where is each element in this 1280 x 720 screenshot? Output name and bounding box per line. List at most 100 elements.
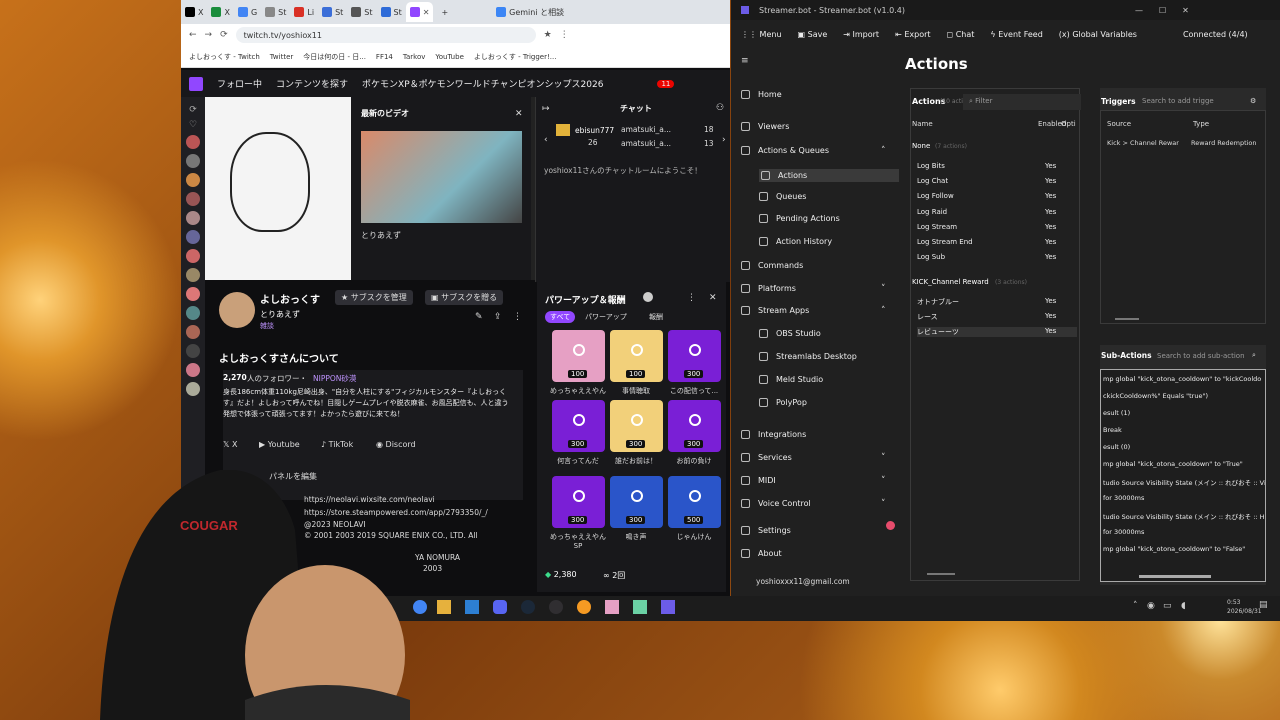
close-icon[interactable]: ✕ (515, 109, 523, 119)
bookmark[interactable]: YouTube (435, 53, 463, 61)
channel-avatar[interactable] (186, 325, 200, 339)
bookmark[interactable]: よしおっくす - Trigger!... (474, 52, 557, 62)
subaction-line[interactable]: tudio Source Visibility State (メイン :: れび… (1103, 477, 1265, 487)
notification-badge[interactable]: 11 (657, 79, 675, 88)
browser-tab[interactable]: Gemini と相談 (492, 2, 568, 22)
browser-tab-active[interactable]: ✕ (405, 2, 434, 22)
reload-icon[interactable]: ⟳ (220, 30, 228, 40)
sidebar-item-meld-studio[interactable]: Meld Studio (759, 375, 823, 384)
channel-avatar[interactable] (186, 154, 200, 168)
action-row[interactable]: レビューーツ Yes (917, 327, 1077, 338)
action-row[interactable]: Log Raid Yes (917, 208, 1077, 216)
back-icon[interactable]: ← (189, 30, 197, 40)
channel-avatar[interactable] (186, 287, 200, 301)
steam-icon[interactable] (521, 600, 535, 614)
subactions-list[interactable]: mp global "kick_otona_cooldown" to "kick… (1100, 369, 1266, 582)
social-tiktok[interactable]: ♪ TikTok (321, 440, 353, 449)
column-header[interactable]: Name (912, 120, 933, 128)
social-discord[interactable]: ◉ Discord (376, 440, 416, 449)
vscode-icon[interactable] (465, 600, 479, 614)
sidebar-item-services[interactable]: Services (741, 453, 792, 462)
nav-browse[interactable]: コンテンツを探す (276, 77, 348, 90)
menu-button[interactable]: ⋮⋮ Menu (741, 30, 782, 39)
global-variables-button[interactable]: (x) Global Variables (1059, 30, 1137, 39)
sidebar-item-about[interactable]: About (741, 549, 782, 558)
subaction-search-input[interactable]: Search to add sub-action (1157, 352, 1245, 360)
edit-icon[interactable]: ✎ (475, 312, 483, 322)
action-row[interactable]: オトナブルー Yes (917, 297, 1077, 307)
action-row[interactable]: Log Chat Yes (917, 177, 1077, 185)
channel-avatar[interactable] (186, 173, 200, 187)
scrollbar-thumb[interactable] (1115, 318, 1139, 320)
subaction-line[interactable]: esult (0) (1103, 443, 1130, 451)
column-header[interactable]: Type (1193, 120, 1209, 128)
subaction-line[interactable]: mp global "kick_otona_cooldown" to "True… (1103, 460, 1243, 468)
browser-tab[interactable]: St (318, 2, 347, 22)
channel-avatar[interactable] (186, 249, 200, 263)
chat-button[interactable]: ◻ Chat (947, 30, 975, 39)
social-youtube[interactable]: ▶ Youtube (259, 440, 300, 449)
subaction-line[interactable]: esult (1) (1103, 409, 1130, 417)
menu-dots-icon[interactable]: ⋮ (560, 30, 569, 40)
channel-avatar[interactable] (186, 135, 200, 149)
tab-rewards[interactable]: 報酬 (649, 312, 663, 322)
category[interactable]: とりあえず (260, 309, 300, 320)
reward-card[interactable]: 300 (668, 330, 721, 382)
chevron-left-icon[interactable]: ‹ (544, 135, 548, 145)
action-row[interactable]: Log Stream End Yes (917, 238, 1077, 246)
app-icon[interactable] (633, 600, 647, 614)
latest-video-thumbnail[interactable] (361, 131, 522, 223)
scrollbar-thumb[interactable] (1139, 575, 1211, 578)
browser-tab[interactable]: St (261, 2, 290, 22)
obs-icon[interactable] (549, 600, 563, 614)
new-tab-button[interactable]: + (437, 2, 452, 22)
reward-card[interactable]: 500 (668, 476, 721, 528)
sidebar-item-voice-control[interactable]: Voice Control (741, 499, 811, 508)
nav-following[interactable]: フォロー中 (217, 77, 262, 90)
discord-icon[interactable] (493, 600, 507, 614)
more-icon[interactable]: ⋮ (513, 312, 522, 322)
gifter-name[interactable]: ebisun777 (575, 126, 614, 135)
channel-avatar[interactable] (186, 211, 200, 225)
avatar[interactable] (219, 292, 255, 328)
sidebar-item-midi[interactable]: MIDI (741, 476, 776, 485)
app-icon[interactable] (577, 600, 591, 614)
connection-status[interactable]: Connected (4/4) (1183, 30, 1248, 39)
sidebar-item-pending-actions[interactable]: Pending Actions (759, 214, 840, 223)
bookmark[interactable]: 今日は何の日 - 日... (303, 52, 366, 62)
tab-all[interactable]: すべて (545, 311, 576, 323)
gift-sub-button[interactable]: ▣ サブスクを贈る (425, 290, 504, 305)
reward-card[interactable]: 300 (552, 476, 605, 528)
reward-card[interactable]: 300 (668, 400, 721, 452)
tag[interactable]: 雑談 (260, 321, 274, 331)
search-icon[interactable]: ⌕ (1252, 351, 1256, 360)
sidebar-item-queues[interactable]: Queues (759, 192, 806, 201)
bookmark[interactable]: Twitter (270, 53, 293, 61)
subaction-line[interactable]: for 30000ms (1103, 528, 1144, 536)
volume-icon[interactable]: ◖ (1181, 601, 1186, 611)
sidebar-item-viewers[interactable]: Viewers (741, 122, 789, 131)
account-email[interactable]: yoshioxxx11@gmail.com (756, 577, 850, 586)
sidebar-item-polypop[interactable]: PolyPop (759, 398, 807, 407)
subaction-line[interactable]: tudio Source Visibility State (メイン :: れび… (1103, 511, 1265, 521)
bookmark[interactable]: よしおっくす - Twitch (189, 52, 260, 62)
browser-tab[interactable]: G (234, 2, 261, 22)
channel-avatar[interactable] (186, 192, 200, 206)
channel-avatar[interactable] (186, 230, 200, 244)
trigger-source[interactable]: Kick > Channel Rewar (1107, 139, 1179, 147)
channel-avatar[interactable] (186, 306, 200, 320)
action-row[interactable]: レース Yes (917, 312, 1077, 322)
users-icon[interactable]: ⚇ (716, 103, 724, 113)
event-feed-button[interactable]: ϟ Event Feed (990, 30, 1042, 39)
browser-tab[interactable]: X (207, 2, 233, 22)
sidebar-item-actions-queues[interactable]: Actions & Queues (741, 146, 829, 155)
browser-tab[interactable]: St (347, 2, 376, 22)
social-x[interactable]: 𝕏 X (223, 440, 237, 449)
chevron-down-icon[interactable]: ˅ (881, 499, 886, 509)
trigger-type[interactable]: Reward Redemption (1191, 139, 1257, 147)
url-input[interactable]: twitch.tv/yoshiox11 (235, 27, 536, 43)
settings-icon[interactable]: ⚙ (1250, 97, 1256, 105)
info-icon[interactable] (643, 292, 653, 302)
streamerbot-icon[interactable] (661, 600, 675, 614)
sidebar-item-platforms[interactable]: Platforms (741, 284, 796, 293)
